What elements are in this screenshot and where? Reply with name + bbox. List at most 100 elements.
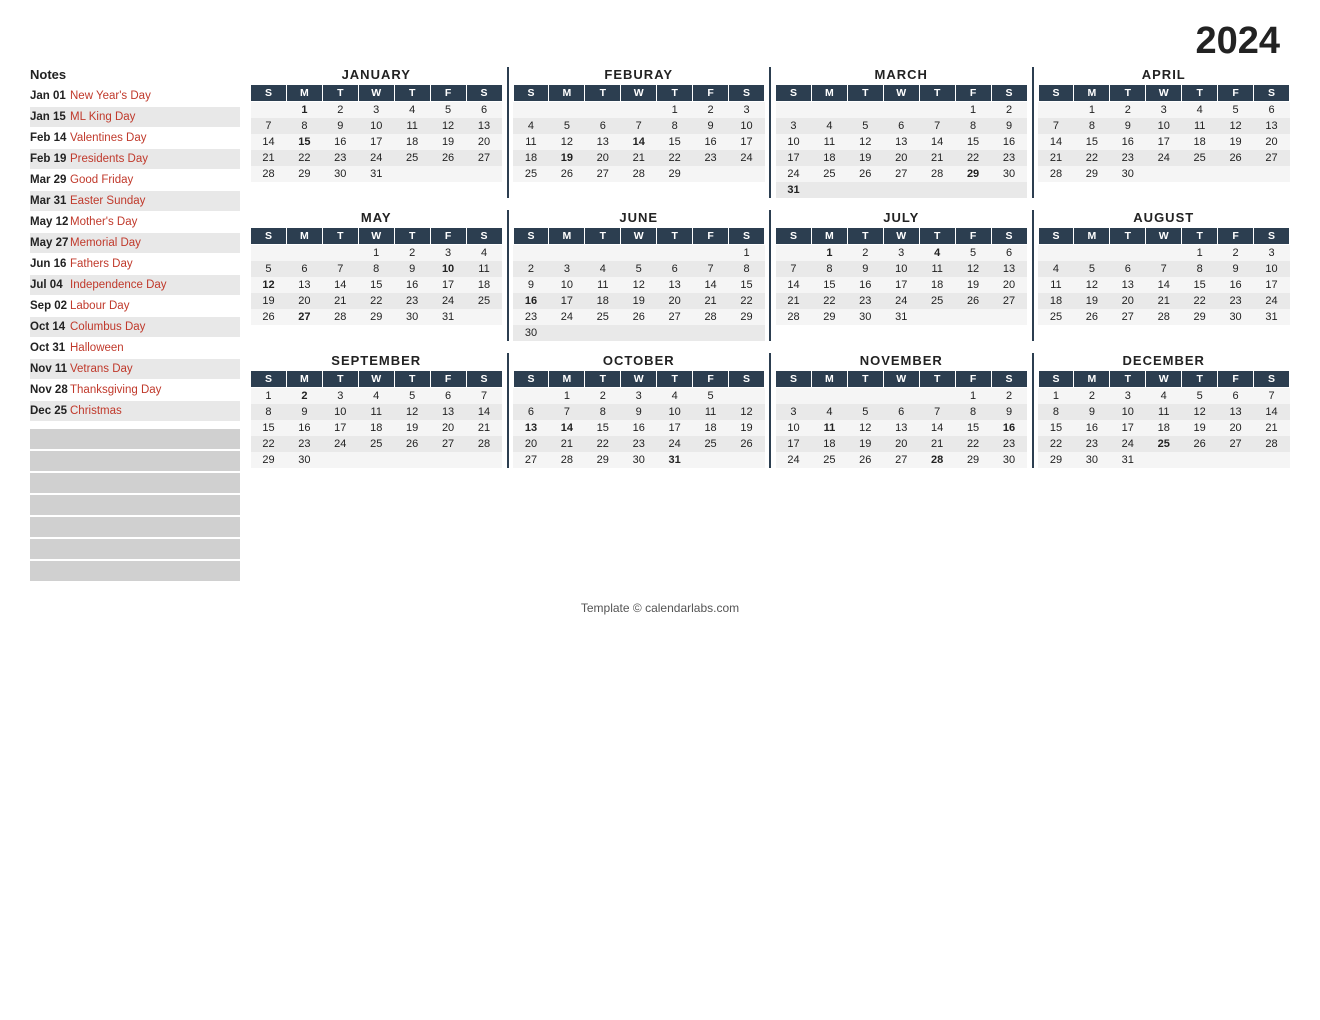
table-row: 23242526272829 [513, 309, 765, 325]
table-row: 17181920212223 [776, 436, 1028, 452]
table-row: 22232425262728 [251, 436, 503, 452]
holiday-item: Nov 28Thanksgiving Day [30, 380, 240, 400]
table-row: 891011121314 [251, 404, 503, 420]
table-row: 24252627282930 [776, 452, 1028, 468]
sep1 [507, 67, 509, 198]
table-row: 10111213141516 [776, 134, 1028, 150]
holiday-name: Memorial Day [70, 237, 240, 249]
table-row: 1 [513, 245, 765, 262]
footer: Template © calendarlabs.com [30, 601, 1290, 615]
sep6 [1032, 210, 1034, 341]
table-row: 3456789 [776, 118, 1028, 134]
table-row: 2345678 [513, 261, 765, 277]
holiday-item: Oct 14Columbus Day [30, 317, 240, 337]
holiday-date: Jul 04 [30, 279, 70, 291]
holiday-name: Halloween [70, 342, 240, 354]
cal-september: SMTWTFS 1234567 891011121314 15161718192… [250, 370, 503, 468]
table-row: 21222324252627 [776, 293, 1028, 309]
table-row: 45678910 [1038, 261, 1290, 277]
table-row: 12 [776, 102, 1028, 119]
table-row: 14151617181920 [776, 277, 1028, 293]
table-row: 2728293031 [513, 452, 765, 468]
table-row: 1234 [251, 245, 503, 262]
table-row: 16171819202122 [513, 293, 765, 309]
table-row: 15161718192021 [251, 420, 503, 436]
cal-november: SMTWTFS 12 3456789 10111213141516 171819… [775, 370, 1028, 468]
table-row: 12345 [513, 388, 765, 405]
month-title-june: JUNE [513, 210, 766, 225]
table-row: 123 [513, 102, 765, 119]
col-w: W [358, 85, 394, 102]
month-march: MARCH SMTWTFS 12 3456789 10111213141516 … [775, 67, 1028, 198]
month-title-september: SEPTEMBER [250, 353, 503, 368]
table-row: 282930 [1038, 166, 1290, 182]
month-title-march: MARCH [775, 67, 1028, 82]
table-row: 15161718192021 [1038, 420, 1290, 436]
holiday-name: Good Friday [70, 174, 240, 186]
table-row: 78910111213 [776, 261, 1028, 277]
table-row: 13141516171819 [513, 420, 765, 436]
holiday-item: May 27Memorial Day [30, 233, 240, 253]
table-row: 18192021222324 [513, 150, 765, 166]
row2: MAY SMTWTFS 1234 567891011 1213141516171… [250, 210, 1290, 341]
holiday-date: Nov 28 [30, 384, 70, 396]
holiday-date: Jan 15 [30, 111, 70, 123]
table-row: 11121314151617 [1038, 277, 1290, 293]
cal-february: SMTWTFS 123 45678910 11121314151617 1819… [513, 84, 766, 182]
cal-march: SMTWTFS 12 3456789 10111213141516 171819… [775, 84, 1028, 198]
table-row: 123456 [251, 102, 503, 119]
sep8 [769, 353, 771, 468]
month-august: AUGUST SMTWTFS 123 45678910 111213141516… [1038, 210, 1291, 341]
month-title-december: DECEMBER [1038, 353, 1291, 368]
sidebar-blank-3 [30, 473, 240, 493]
table-row: 21222324252627 [1038, 150, 1290, 166]
month-october: OCTOBER SMTWTFS 12345 6789101112 1314151… [513, 353, 766, 468]
holiday-name: Valentines Day [70, 132, 240, 144]
table-row: 28293031 [776, 309, 1028, 325]
col-t2: T [394, 85, 430, 102]
holiday-name: Fathers Day [70, 258, 240, 270]
table-row: 123456 [776, 245, 1028, 262]
holiday-item: Feb 19Presidents Day [30, 149, 240, 169]
month-title-january: JANUARY [250, 67, 503, 82]
holiday-name: ML King Day [70, 111, 240, 123]
holiday-date: Nov 11 [30, 363, 70, 375]
sep5 [769, 210, 771, 341]
month-title-august: AUGUST [1038, 210, 1291, 225]
col-t: T [322, 85, 358, 102]
holiday-item: Oct 31Halloween [30, 338, 240, 358]
calendars-area: JANUARY S M T W T F S 123456 [250, 67, 1290, 583]
month-november: NOVEMBER SMTWTFS 12 3456789 101112131415… [775, 353, 1028, 468]
sidebar-blank-7 [30, 561, 240, 581]
table-row: 20212223242526 [513, 436, 765, 452]
table-row: 123456 [1038, 102, 1290, 119]
holiday-item: Mar 31Easter Sunday [30, 191, 240, 211]
table-row: 2930 [251, 452, 503, 468]
holiday-name: Mother's Day [70, 216, 240, 228]
sep9 [1032, 353, 1034, 468]
month-february: FEBURAY SMTWTFS 123 45678910 11121314151… [513, 67, 766, 198]
holiday-name: Christmas [70, 405, 240, 417]
month-may: MAY SMTWTFS 1234 567891011 1213141516171… [250, 210, 503, 341]
sidebar-blank-5 [30, 517, 240, 537]
month-title-may: MAY [250, 210, 503, 225]
sep3 [1032, 67, 1034, 198]
notes-sidebar: Notes Jan 01New Year's DayJan 15ML King … [30, 67, 250, 583]
month-july: JULY SMTWTFS 123456 78910111213 14151617… [775, 210, 1028, 341]
cal-january: S M T W T F S 123456 78910111213 1415161… [250, 84, 503, 182]
cal-december: SMTWTFS 1234567 891011121314 15161718192… [1038, 370, 1291, 468]
holiday-name: New Year's Day [70, 90, 240, 102]
holiday-item: May 12Mother's Day [30, 212, 240, 232]
table-row: 31 [776, 182, 1028, 198]
year-title: 2024 [30, 20, 1290, 63]
table-row: 21222324252627 [251, 150, 503, 166]
month-title-july: JULY [775, 210, 1028, 225]
sidebar-blank-2 [30, 451, 240, 471]
cal-june: SMTWTFS 1 2345678 9101112131415 16171819… [513, 227, 766, 341]
holiday-date: Mar 31 [30, 195, 70, 207]
holiday-item: Nov 11Vetrans Day [30, 359, 240, 379]
table-row: 12 [776, 388, 1028, 405]
holidays-list: Jan 01New Year's DayJan 15ML King DayFeb… [30, 86, 240, 421]
holiday-item: Feb 14Valentines Day [30, 128, 240, 148]
holiday-date: Jun 16 [30, 258, 70, 270]
